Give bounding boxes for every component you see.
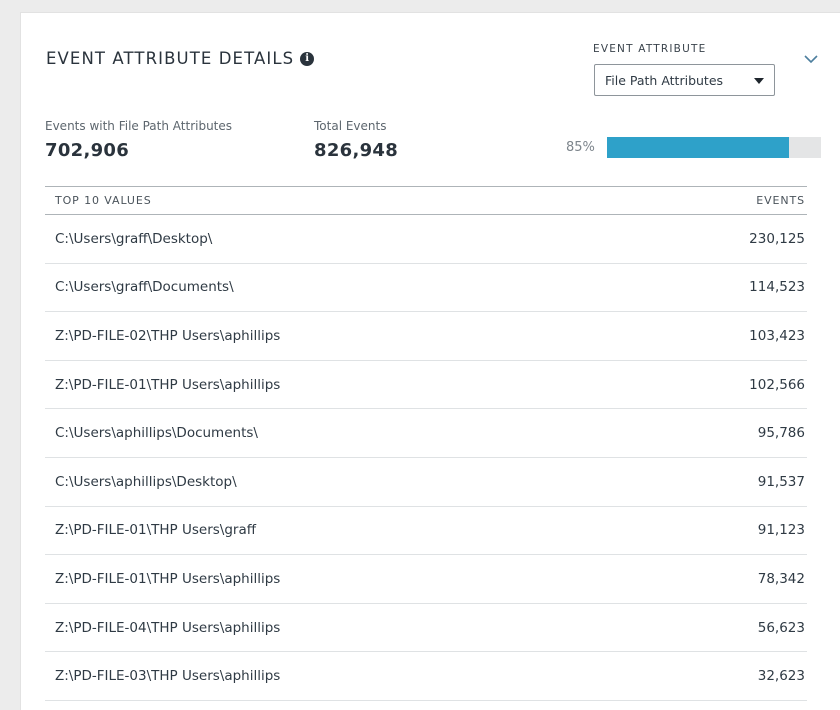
row-events: 102,566 bbox=[749, 376, 805, 393]
event-attribute-select[interactable]: File Path Attributes bbox=[594, 64, 775, 96]
row-path: Z:\PD-FILE-01\THP Users\aphillips bbox=[55, 376, 281, 393]
table-row[interactable]: Z:\PD-FILE-04\THP Users\aphillips 56,623 bbox=[45, 604, 807, 653]
row-events: 230,125 bbox=[749, 230, 805, 247]
row-events: 32,623 bbox=[757, 668, 805, 685]
row-path: Z:\PD-FILE-01\THP Users\aphillips bbox=[55, 570, 281, 587]
panel-header: EVENT ATTRIBUTE DETAILS i bbox=[46, 49, 315, 68]
table-body: C:\Users\graff\Desktop\ 230,125 C:\Users\… bbox=[45, 215, 807, 701]
table-row[interactable]: C:\Users\graff\Desktop\ 230,125 bbox=[45, 215, 807, 264]
event-attribute-label: EVENT ATTRIBUTE bbox=[593, 43, 707, 55]
row-events: 78,342 bbox=[757, 570, 805, 587]
total-events-value: 826,948 bbox=[314, 140, 399, 161]
events-with-attribute-label: Events with File Path Attributes bbox=[45, 119, 233, 133]
row-path: Z:\PD-FILE-04\THP Users\aphillips bbox=[55, 619, 281, 636]
row-path: C:\Users\graff\Desktop\ bbox=[55, 230, 213, 247]
table-row[interactable]: C:\Users\graff\Documents\ 114,523 bbox=[45, 264, 807, 313]
info-icon[interactable]: i bbox=[300, 51, 315, 66]
event-attribute-panel: EVENT ATTRIBUTE DETAILS i EVENT ATTRIBUT… bbox=[20, 12, 840, 710]
table-header: TOP 10 VALUES EVENTS bbox=[45, 187, 807, 215]
table-row[interactable]: Z:\PD-FILE-01\THP Users\graff 91,123 bbox=[45, 507, 807, 556]
row-events: 95,786 bbox=[757, 425, 805, 442]
table-row[interactable]: C:\Users\aphillips\Desktop\ 91,537 bbox=[45, 458, 807, 507]
column-header-events: EVENTS bbox=[756, 194, 805, 207]
row-path: C:\Users\aphillips\Documents\ bbox=[55, 425, 258, 442]
panel-title: EVENT ATTRIBUTE DETAILS bbox=[46, 49, 295, 68]
percent-label: 85% bbox=[566, 140, 595, 155]
row-events: 56,623 bbox=[757, 619, 805, 636]
row-events: 91,123 bbox=[757, 522, 805, 539]
row-path: Z:\PD-FILE-02\THP Users\aphillips bbox=[55, 327, 281, 344]
row-events: 103,423 bbox=[749, 327, 805, 344]
progress-bar-fill bbox=[607, 137, 789, 158]
table-row[interactable]: Z:\PD-FILE-01\THP Users\aphillips 102,566 bbox=[45, 361, 807, 410]
table-row[interactable]: Z:\PD-FILE-03\THP Users\aphillips 32,623 bbox=[45, 652, 807, 701]
table-row[interactable]: C:\Users\aphillips\Documents\ 95,786 bbox=[45, 409, 807, 458]
row-path: C:\Users\graff\Documents\ bbox=[55, 279, 234, 296]
row-path: Z:\PD-FILE-03\THP Users\aphillips bbox=[55, 668, 281, 685]
row-path: Z:\PD-FILE-01\THP Users\graff bbox=[55, 522, 257, 539]
row-events: 91,537 bbox=[757, 473, 805, 490]
events-with-attribute-value: 702,906 bbox=[45, 140, 130, 161]
event-attribute-selected-value: File Path Attributes bbox=[605, 72, 724, 88]
table-row[interactable]: Z:\PD-FILE-02\THP Users\aphillips 103,423 bbox=[45, 312, 807, 361]
total-events-label: Total Events bbox=[314, 119, 387, 133]
column-header-values: TOP 10 VALUES bbox=[55, 194, 152, 207]
caret-down-icon bbox=[754, 78, 764, 84]
table-row[interactable]: Z:\PD-FILE-01\THP Users\aphillips 78,342 bbox=[45, 555, 807, 604]
row-path: C:\Users\aphillips\Desktop\ bbox=[55, 473, 237, 490]
progress-bar bbox=[607, 137, 821, 158]
chevron-down-icon[interactable] bbox=[803, 53, 819, 65]
row-events: 114,523 bbox=[749, 279, 805, 296]
top-values-table: TOP 10 VALUES EVENTS C:\Users\graff\Desk… bbox=[45, 186, 807, 701]
